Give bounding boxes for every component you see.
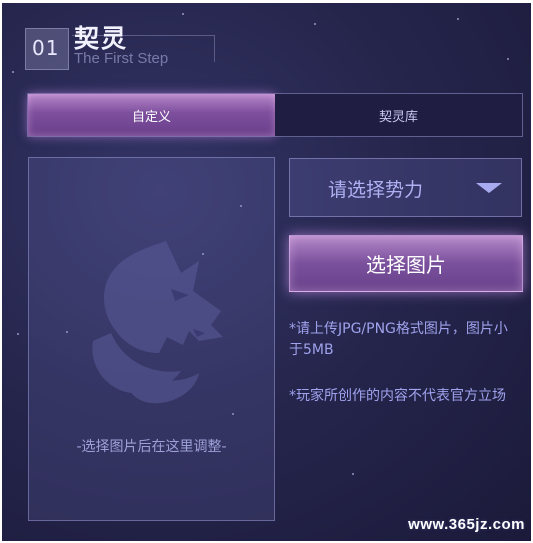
choose-image-button[interactable]: 选择图片: [289, 235, 523, 292]
preview-hint-text: -选择图片后在这里调整-: [76, 439, 227, 455]
tab-custom[interactable]: 自定义: [28, 94, 275, 136]
disclaimer-note: *玩家所创作的内容不代表官方立场: [289, 388, 506, 404]
star: [17, 333, 19, 335]
dialog-panel: 01 契灵 The First Step 自定义 契灵库 -选择图片后在这里调整…: [2, 3, 531, 541]
faction-select-value: 请选择势力: [328, 179, 424, 201]
site-watermark: www.365jz.com: [408, 516, 525, 533]
faction-select[interactable]: 请选择势力: [289, 158, 522, 217]
star: [12, 71, 14, 73]
image-preview-area[interactable]: -选择图片后在这里调整-: [28, 157, 275, 521]
tab-library[interactable]: 契灵库: [275, 94, 522, 136]
chevron-down-icon: [476, 183, 502, 193]
star: [314, 23, 316, 25]
star: [352, 473, 354, 475]
star: [507, 58, 509, 60]
step-number: 01: [32, 36, 60, 60]
star: [457, 18, 459, 20]
wolf-head-logo: [92, 241, 223, 404]
page-subtitle: The First Step: [74, 50, 169, 67]
tab-bar: 自定义 契灵库: [27, 93, 523, 137]
upload-format-note: *请上传JPG/PNG格式图片，图片小于5MB: [289, 321, 508, 358]
star: [182, 13, 184, 15]
